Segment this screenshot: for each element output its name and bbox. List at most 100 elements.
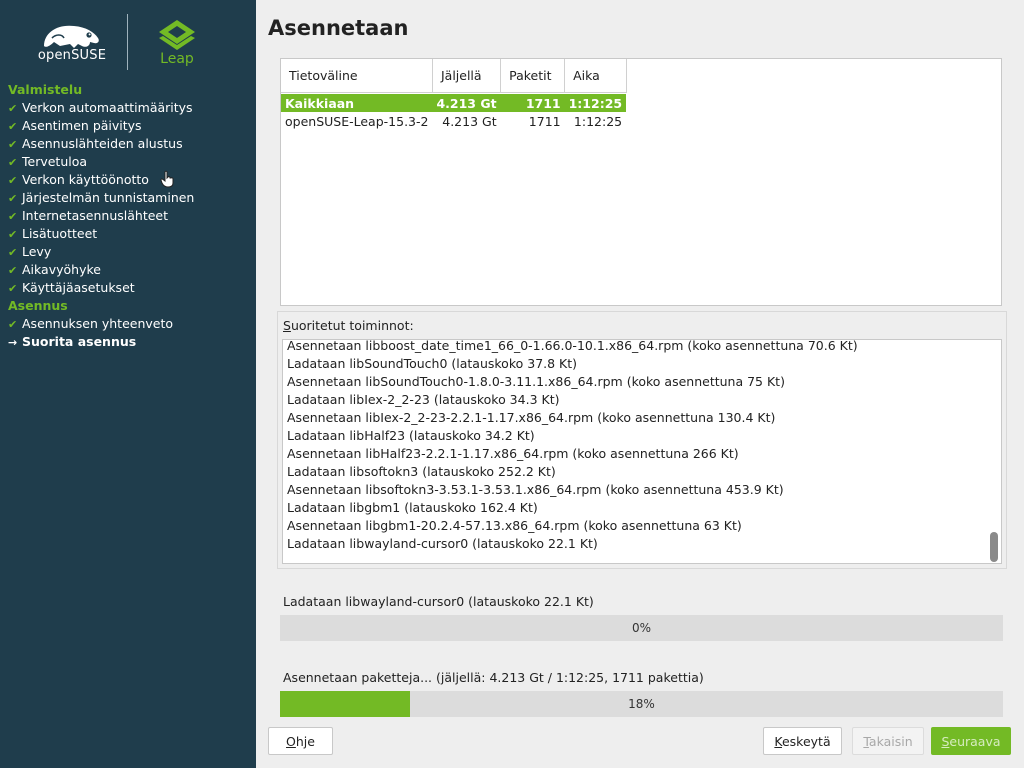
step-label: Levy	[22, 244, 52, 259]
cell-packages: 1711	[528, 113, 561, 129]
table-row[interactable]: openSUSE-Leap-15.3-2 4.213 Gt 1711 1:12:…	[281, 112, 626, 130]
check-icon: ✔	[8, 156, 18, 169]
step-label: Tervetuloa	[22, 154, 88, 169]
check-icon: ✔	[8, 120, 18, 133]
check-icon: ✔	[8, 318, 18, 331]
cell-packages: 1711	[500, 94, 565, 112]
table-header-row: Tietoväline Jäljellä Paketit Aika	[281, 59, 627, 93]
step-label: Suorita asennus	[22, 334, 137, 349]
sidebar: openSUSE Leap Valmistelu ✔ Verkon automaa…	[0, 0, 256, 768]
opensuse-logo: openSUSE	[34, 18, 110, 68]
log-line: Ladataan libIex-2_2-23 (latauskoko 34.3 …	[287, 392, 560, 407]
log-line: Asennetaan libSoundTouch0-1.8.0-3.11.1.x…	[287, 374, 785, 389]
back-button[interactable]: Takaisin	[852, 727, 924, 755]
actions-log-group: Suoritetut toiminnot: Asennetaan libboos…	[277, 311, 1007, 569]
label-text: uoritetut toiminnot:	[290, 318, 414, 333]
step-label: Asentimen päivitys	[22, 118, 142, 133]
step-repo-init: ✔ Asennuslähteiden alustus	[8, 135, 252, 153]
section-title-installation: Asennus	[8, 298, 68, 313]
step-network-activation: ✔ Verkon käyttöönotto	[8, 171, 252, 189]
step-label: Internetasennuslähteet	[22, 208, 169, 223]
step-label: Käyttäjäasetukset	[22, 280, 135, 295]
check-icon: ✔	[8, 174, 18, 187]
step-addon-products: ✔ Lisätuotteet	[8, 225, 252, 243]
leap-logo: Leap	[150, 18, 204, 70]
installation-media-table[interactable]: Tietoväline Jäljellä Paketit Aika Kaikki…	[280, 58, 1002, 306]
chameleon-icon	[44, 25, 99, 48]
check-icon: ✔	[8, 282, 18, 295]
media-table-grid: Tietoväline Jäljellä Paketit Aika Kaikki…	[281, 59, 627, 130]
step-perform-installation: → Suorita asennus	[8, 333, 252, 351]
accelerator-letter: S	[283, 318, 291, 333]
check-icon: ✔	[8, 264, 18, 277]
check-icon: ✔	[8, 246, 18, 259]
log-line: Ladataan libsoftokn3 (latauskoko 252.2 K…	[287, 464, 556, 479]
cell-time: 1:12:25	[573, 113, 623, 129]
step-system-probing: ✔ Järjestelmän tunnistaminen	[8, 189, 252, 207]
column-header-packages[interactable]: Paketit	[500, 59, 566, 93]
step-label: Lisätuotteet	[22, 226, 98, 241]
section-title-preparation: Valmistelu	[8, 82, 83, 97]
total-status-text: Asennetaan paketteja... (jäljellä: 4.213…	[283, 670, 704, 685]
leap-icon	[159, 20, 195, 50]
log-line: Asennetaan libsoftokn3-3.53.1-3.53.1.x86…	[287, 482, 784, 497]
installation-steps: Valmistelu ✔ Verkon automaattimääritys ✔ A…	[8, 81, 252, 351]
step-welcome: ✔ Tervetuloa	[8, 153, 252, 171]
log-line: Asennetaan libHalf23-2.2.1-1.17.x86_64.r…	[287, 446, 739, 461]
step-disk: ✔ Levy	[8, 243, 252, 261]
step-timezone: ✔ Aikavyöhyke	[8, 261, 252, 279]
page-title: Asennetaan	[268, 16, 409, 40]
leap-wordmark: Leap	[160, 51, 194, 67]
step-label: Aikavyöhyke	[22, 262, 101, 277]
button-label: euraava	[949, 734, 1001, 749]
cell-medium: openSUSE-Leap-15.3-2	[285, 113, 429, 129]
next-button[interactable]: Seuraava	[931, 727, 1011, 755]
package-progress-percent: 0%	[631, 621, 652, 635]
mouse-pointer-icon	[160, 170, 174, 188]
step-network-autoconfig: ✔ Verkon automaattimääritys	[8, 99, 252, 117]
cell-remaining: 4.213 Gt	[442, 113, 497, 129]
log-line: Ladataan libgbm1 (latauskoko 162.4 Kt)	[287, 500, 538, 515]
log-line: Ladataan libwayland-cursor0 (latauskoko …	[287, 536, 598, 551]
log-line: Ladataan libSoundTouch0 (latauskoko 37.8…	[287, 356, 578, 371]
check-icon: ✔	[8, 228, 18, 241]
button-label: eskeytä	[781, 734, 831, 749]
abort-button[interactable]: Keskeytä	[763, 727, 842, 755]
log-line: Asennetaan libboost_date_time1_66_0-1.66…	[287, 339, 858, 353]
check-icon: ✔	[8, 138, 18, 151]
help-button[interactable]: Ohje	[268, 727, 333, 755]
actions-log-label: Suoritetut toiminnot:	[283, 318, 414, 333]
step-label: Verkon automaattimääritys	[22, 100, 193, 115]
step-label: Järjestelmän tunnistaminen	[22, 190, 195, 205]
button-label: hje	[295, 734, 315, 749]
log-line: Asennetaan libgbm1-20.2.4-57.13.x86_64.r…	[287, 518, 742, 533]
cell-time: 1:12:25	[564, 94, 627, 112]
column-header-remaining[interactable]: Jäljellä	[432, 59, 502, 93]
step-online-repos: ✔ Internetasennuslähteet	[8, 207, 252, 225]
package-progress-bar: 0%	[280, 615, 1003, 641]
column-header-medium[interactable]: Tietoväline	[281, 59, 433, 93]
actions-log[interactable]: Asennetaan libboost_date_time1_66_0-1.66…	[282, 339, 1002, 564]
column-header-time[interactable]: Aika	[564, 59, 627, 93]
table-row[interactable]: Kaikkiaan 4.213 Gt 1711 1:12:25	[281, 94, 627, 112]
check-icon: ✔	[8, 192, 18, 205]
logo-divider	[127, 14, 128, 70]
opensuse-wordmark: openSUSE	[37, 48, 107, 63]
cell-medium: Kaikkiaan	[281, 94, 433, 112]
accelerator-letter: K	[774, 734, 782, 749]
step-installation-overview: ✔ Asennuksen yhteenveto	[8, 315, 252, 333]
step-label: Asennuslähteiden alustus	[22, 136, 183, 151]
arrow-right-icon: →	[8, 336, 18, 349]
step-label: Asennuksen yhteenveto	[22, 316, 174, 331]
step-label: Verkon käyttöönotto	[22, 172, 149, 187]
log-scrollbar[interactable]	[989, 340, 999, 563]
scrollbar-thumb[interactable]	[990, 532, 998, 562]
check-icon: ✔	[8, 102, 18, 115]
cell-remaining: 4.213 Gt	[432, 94, 501, 112]
total-progress-percent: 18%	[628, 697, 655, 711]
total-progress-bar: 18%	[280, 691, 1003, 717]
button-label: akaisin	[868, 734, 913, 749]
log-lines: Asennetaan libboost_date_time1_66_0-1.66…	[287, 339, 987, 553]
log-line: Ladataan libHalf23 (latauskoko 34.2 Kt)	[287, 428, 535, 443]
log-line: Asennetaan libIex-2_2-23-2.2.1-1.17.x86_…	[287, 410, 776, 425]
